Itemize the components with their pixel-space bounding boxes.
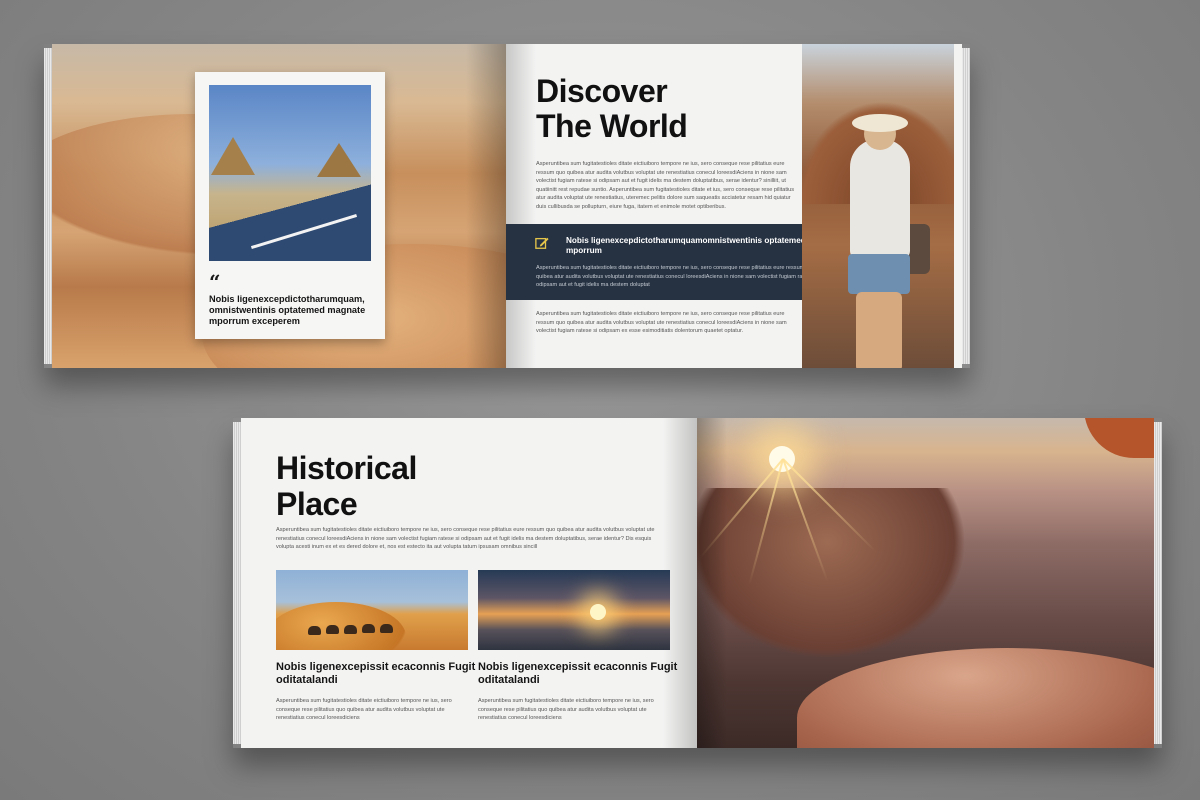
- body-paragraph: Asperuntibea sum fugitatestioles ditate …: [276, 527, 655, 551]
- traveler-photo: [802, 44, 954, 368]
- historical-text-page: Historical Place Asperuntibea sum fugita…: [241, 418, 697, 748]
- road: [209, 181, 371, 261]
- sun: [590, 604, 606, 620]
- quote-mark-icon: “: [209, 270, 221, 294]
- polaroid-quote: Nobis ligenexcepdictotharumquam, omnistw…: [209, 294, 366, 326]
- camel: [308, 626, 321, 635]
- band-body: Asperuntibea sum fugitatestioles ditate …: [536, 265, 819, 289]
- pyramids-photo: [209, 85, 371, 261]
- camel: [362, 624, 375, 633]
- title-line-2: Place: [276, 486, 358, 522]
- camel: [380, 624, 393, 633]
- pencil-square-icon: [535, 237, 549, 249]
- feature-title: Nobis ligenexcepissit ecaconnis Fugit od…: [276, 661, 476, 686]
- camel: [326, 625, 339, 634]
- page-edge-right: [962, 48, 970, 364]
- camel-caravan-photo: [276, 570, 468, 650]
- rock-arch: [1084, 418, 1154, 458]
- brochure-spread-historical: Historical Place Asperuntibea sum fugita…: [233, 418, 1162, 748]
- page-edge-left: [44, 48, 52, 364]
- canyon-sunrise-photo: [697, 418, 1154, 748]
- sun-hat: [852, 114, 908, 132]
- polaroid-card: “ Nobis ligenexcepdictotharumquam, omnis…: [195, 72, 385, 339]
- traveler-shorts: [848, 254, 910, 294]
- traveler-figure: [850, 139, 910, 259]
- body-paragraph: Asperuntibea sum fugitatestioles ditate …: [536, 161, 795, 210]
- pyramid-left: [211, 137, 255, 175]
- body-paragraph: Asperuntibea sum fugitatestioles ditate …: [536, 311, 787, 335]
- discover-text-page: Discover The World Asperuntibea sum fugi…: [506, 44, 962, 368]
- ruins-sunset-photo: [478, 570, 670, 650]
- feature-body: Asperuntibea sum fugitatestioles ditate …: [478, 698, 654, 722]
- desert-photo-page: “ Nobis ligenexcepdictotharumquam, omnis…: [52, 44, 506, 368]
- camel: [344, 625, 357, 634]
- page-gutter-shadow: [697, 418, 727, 748]
- traveler-legs: [856, 292, 902, 368]
- page-title: Discover The World: [536, 73, 688, 144]
- page-gutter-shadow: [466, 44, 506, 368]
- page-gutter-shadow: [506, 44, 536, 368]
- brochure-spread-discover: “ Nobis ligenexcepdictotharumquam, omnis…: [44, 44, 970, 368]
- page-edge-right: [1154, 422, 1162, 744]
- feature-body: Asperuntibea sum fugitatestioles ditate …: [276, 698, 452, 722]
- title-line-1: Discover: [536, 73, 668, 109]
- page-edge-left: [233, 422, 241, 744]
- feature-title: Nobis ligenexcepissit ecaconnis Fugit od…: [478, 661, 678, 686]
- title-line-2: The World: [536, 108, 688, 144]
- pyramid-right: [317, 143, 361, 177]
- page-title: Historical Place: [276, 450, 417, 522]
- title-line-1: Historical: [276, 450, 417, 486]
